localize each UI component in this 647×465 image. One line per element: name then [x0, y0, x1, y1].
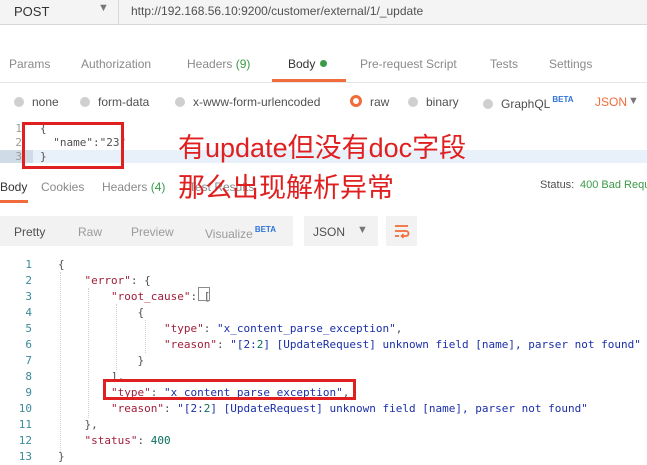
radio-icon — [175, 97, 185, 107]
radio-label: form-data — [98, 95, 150, 109]
code-line: }, — [58, 418, 98, 431]
code-line: { — [58, 306, 145, 319]
radio-label: binary — [426, 95, 459, 109]
line-number: 12 — [18, 434, 32, 447]
line-number: 11 — [18, 418, 32, 431]
tab-response-headers-count: (4) — [150, 180, 166, 194]
view-preview[interactable]: Preview — [131, 225, 174, 239]
view-pretty[interactable]: Pretty — [14, 225, 45, 239]
radio-icon — [483, 99, 493, 109]
url-input[interactable]: http://192.168.56.10:9200/customer/exter… — [119, 0, 647, 25]
radio-icon — [14, 97, 24, 107]
line-number: 1 — [25, 258, 32, 271]
radio-label: x-www-form-urlencoded — [193, 95, 321, 109]
bracket-match-highlight — [198, 287, 210, 301]
tab-params[interactable]: Params — [9, 57, 50, 71]
code-line: "root_cause": [ — [110, 290, 211, 303]
line-number: 13 — [18, 450, 32, 463]
beta-badge: BETA — [552, 95, 574, 104]
tab-headers-label: Headers — [187, 57, 233, 71]
radio-graphql[interactable]: GraphQL BETA — [483, 95, 574, 111]
code-line: "reason": "[2:2] [UpdateRequest] unknown… — [163, 338, 641, 351]
radio-icon — [408, 97, 418, 107]
line-number: 1 — [15, 122, 22, 135]
line-number: 8 — [25, 370, 32, 383]
radio-label: GraphQL — [501, 97, 551, 111]
line-number: 3 — [15, 150, 22, 163]
code-line: { — [58, 258, 65, 271]
body-format-select[interactable]: JSON — [595, 95, 627, 109]
tab-authorization[interactable]: Authorization — [81, 57, 151, 71]
tab-body[interactable]: Body — [288, 57, 328, 71]
code-line: "type": "x_content_parse_exception", — [163, 322, 403, 335]
line-number: 9 — [25, 386, 32, 399]
code-line: "error": { — [84, 274, 151, 287]
chevron-down-icon: ▼ — [98, 2, 109, 14]
radio-selected-icon — [350, 95, 362, 107]
tab-headers[interactable]: Headers (9) — [187, 57, 250, 71]
url-text: http://192.168.56.10:9200/customer/exter… — [131, 4, 424, 18]
radio-form-data[interactable]: form-data — [80, 95, 149, 109]
chevron-down-icon: ▼ — [628, 95, 639, 107]
active-tab-indicator — [0, 200, 28, 203]
method-label: POST — [14, 4, 50, 19]
divider — [0, 82, 647, 83]
tab-pre-request-script[interactable]: Pre-request Script — [360, 57, 457, 71]
tab-cookies[interactable]: Cookies — [41, 180, 84, 194]
tab-headers-count: (9) — [235, 57, 251, 71]
status-label: Status: — [540, 179, 575, 191]
line-number: 2 — [15, 136, 22, 149]
annotation-line: 那么出现解析异常 — [178, 173, 394, 203]
line-number: 7 — [25, 354, 32, 367]
highlight-box — [103, 379, 356, 400]
radio-binary[interactable]: binary — [408, 95, 459, 109]
line-number: 6 — [25, 338, 32, 351]
response-format-label: JSON — [313, 225, 346, 239]
tab-response-body[interactable]: Body — [0, 180, 27, 194]
radio-label: raw — [370, 95, 390, 109]
annotation-text: 有update但没有doc字段 那么出现解析异常 — [178, 128, 466, 208]
code-line: } — [58, 450, 65, 463]
code-line: "reason": "[2:2] [UpdateRequest] unknown… — [110, 402, 588, 415]
line-number: 5 — [25, 322, 32, 335]
status-badge: 400 Bad Request — [580, 179, 647, 191]
line-number: 3 — [25, 290, 32, 303]
line-number: 2 — [25, 274, 32, 287]
highlight-box — [22, 122, 124, 169]
code-line: "status": 400 — [84, 434, 171, 447]
chevron-down-icon: ▼ — [357, 224, 368, 236]
tab-response-headers-label: Headers — [102, 180, 148, 194]
wrap-lines-icon — [395, 225, 410, 239]
radio-raw[interactable]: raw — [350, 95, 389, 109]
tab-settings[interactable]: Settings — [549, 57, 592, 71]
radio-none[interactable]: none — [14, 95, 59, 109]
status-dot-icon — [320, 60, 328, 67]
line-number: 4 — [25, 306, 32, 319]
radio-label: none — [32, 95, 59, 109]
code-line: } — [58, 354, 145, 367]
view-visualize[interactable]: Visualize BETA — [205, 225, 276, 241]
radio-x-www-form-urlencoded[interactable]: x-www-form-urlencoded — [175, 95, 320, 109]
wrap-lines-button[interactable] — [386, 216, 417, 246]
tab-body-label: Body — [288, 57, 316, 71]
annotation-line: 有update但没有doc字段 — [178, 133, 467, 163]
view-raw[interactable]: Raw — [78, 225, 102, 239]
radio-icon — [80, 97, 90, 107]
line-number: 10 — [18, 402, 32, 415]
tab-tests[interactable]: Tests — [490, 57, 518, 71]
view-visualize-label: Visualize — [205, 227, 253, 241]
tab-response-headers[interactable]: Headers (4) — [102, 180, 165, 194]
beta-badge: BETA — [254, 225, 276, 234]
